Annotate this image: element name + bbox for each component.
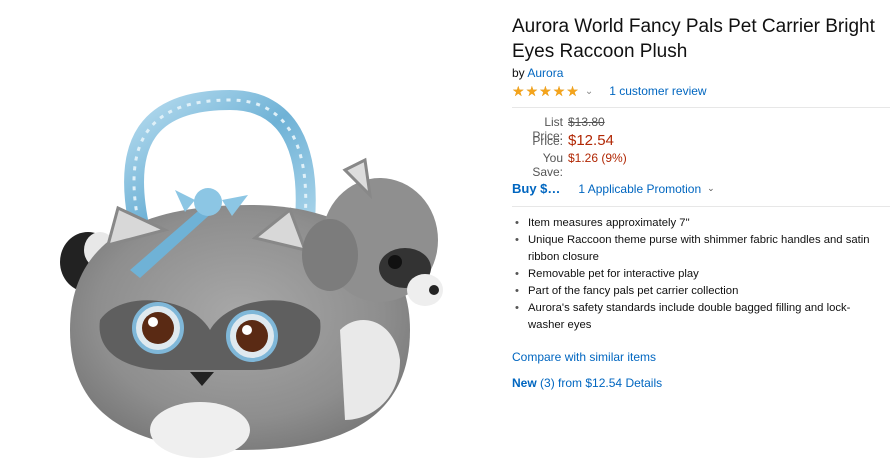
bullet-item-continuation: washer eyes — [528, 319, 592, 331]
applicable-promotion-link[interactable]: 1 Applicable Promotion — [578, 182, 701, 196]
bullet-item: Part of the fancy pals pet carrier colle… — [512, 283, 890, 300]
new-offers-row: New (3) from $12.54 Details — [512, 376, 890, 390]
bullet-item: Unique Raccoon theme purse with shimmer … — [512, 232, 890, 249]
byline: by Aurora — [512, 66, 890, 80]
bullet-item: Aurora's safety standards include double… — [512, 300, 890, 317]
rating-row: ★ ★ ★ ★ ★ ⌄ 1 customer review — [512, 83, 890, 99]
you-save-label: You Save: — [532, 151, 563, 179]
price-row: Price: $12.54 — [512, 132, 890, 151]
you-save-value: $1.26 (9%) — [568, 151, 627, 165]
price-label: Price: — [532, 134, 563, 148]
buy-button[interactable]: Buy $… — [512, 181, 560, 196]
new-offers-from[interactable]: from $12.54 — [558, 376, 622, 390]
details-link[interactable]: Details — [625, 376, 662, 390]
price-block: List Price: $13.80 Price: $12.54 You Sav… — [512, 115, 890, 179]
list-price-value: $13.80 — [568, 115, 605, 129]
customer-review-link[interactable]: 1 customer review — [609, 84, 706, 98]
bullet-item-continuation: ribbon closure — [528, 251, 599, 263]
star-icon: ★ — [552, 83, 566, 99]
brand-link[interactable]: Aurora — [527, 66, 563, 80]
list-price-row: List Price: $13.80 — [512, 115, 890, 143]
feature-bullets: Item measures approximately 7" Unique Ra… — [512, 215, 890, 334]
chevron-down-icon[interactable]: ⌄ — [585, 86, 593, 97]
divider — [512, 206, 890, 207]
promotion-row: Buy $… 1 Applicable Promotion ⌄ — [512, 181, 890, 196]
new-offers-link[interactable]: New — [512, 376, 537, 390]
compare-row: Compare with similar items — [512, 350, 890, 364]
five-star-rating-icon[interactable]: ★ ★ ★ ★ ★ — [512, 84, 579, 98]
raccoon-plush-carrier-image — [60, 89, 443, 458]
divider — [512, 107, 890, 108]
by-prefix: by — [512, 66, 525, 80]
chevron-down-icon[interactable]: ⌄ — [707, 183, 715, 194]
product-details: Aurora World Fancy Pals Pet Carrier Brig… — [512, 14, 890, 390]
you-save-row: You Save: $1.26 (9%) — [512, 151, 890, 179]
compare-similar-items-link[interactable]: Compare with similar items — [512, 350, 656, 364]
bullet-item: Removable pet for interactive play — [512, 266, 890, 283]
product-title: Aurora World Fancy Pals Pet Carrier Brig… — [512, 16, 875, 62]
new-offers-count[interactable]: (3) — [540, 376, 555, 390]
bullet-item: Item measures approximately 7" — [512, 215, 890, 232]
star-icon: ★ — [512, 83, 525, 99]
product-image[interactable] — [0, 0, 500, 475]
star-icon: ★ — [566, 83, 579, 99]
star-icon: ★ — [525, 83, 539, 99]
price-value: $12.54 — [568, 132, 614, 149]
star-icon: ★ — [539, 83, 552, 99]
